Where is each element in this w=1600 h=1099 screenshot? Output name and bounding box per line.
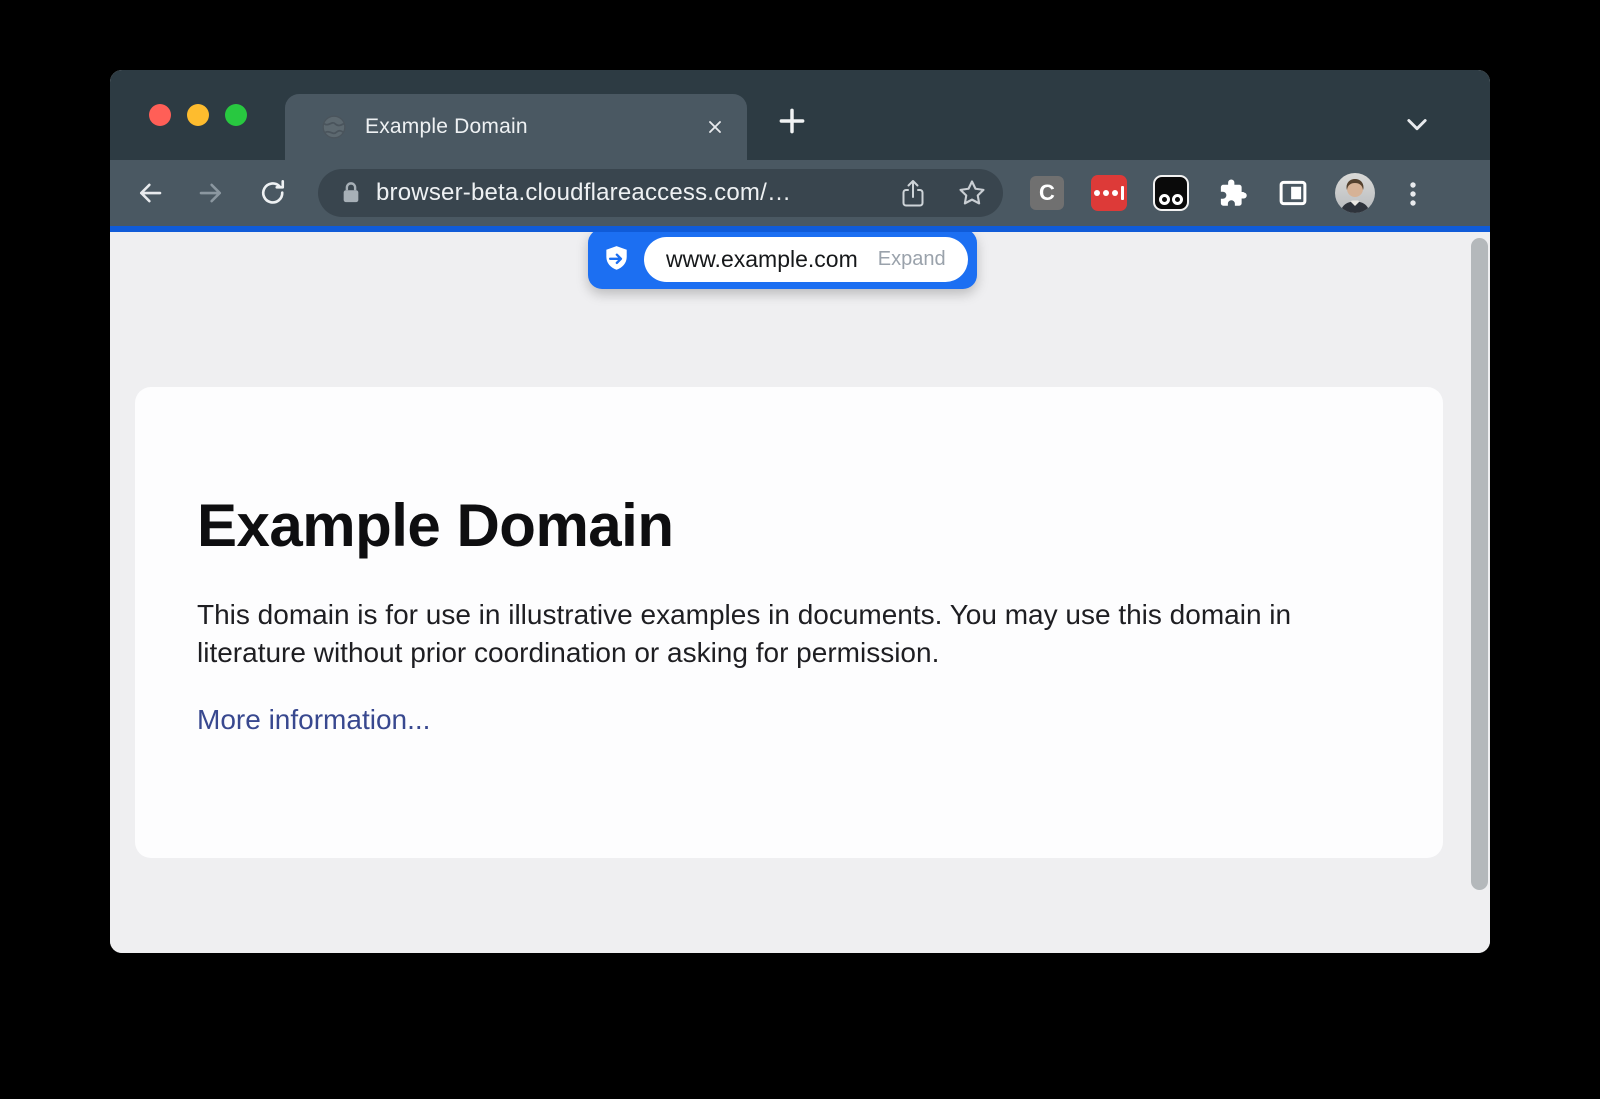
zoom-window-button[interactable] xyxy=(225,104,247,126)
tab-title: Example Domain xyxy=(365,115,528,139)
forward-button[interactable] xyxy=(196,178,226,208)
goggles-extension-icon[interactable] xyxy=(1153,175,1189,211)
isolation-pill-inner[interactable]: www.example.com Expand xyxy=(644,237,968,282)
tab-search-chevron-icon[interactable] xyxy=(1403,110,1431,138)
kebab-menu-icon[interactable] xyxy=(1408,181,1418,207)
isolated-domain-label: www.example.com xyxy=(666,246,858,273)
side-panel-icon[interactable] xyxy=(1278,178,1308,208)
traffic-lights xyxy=(149,104,247,126)
toolbar: browser-beta.cloudflareaccess.com/… C xyxy=(110,160,1490,226)
back-button[interactable] xyxy=(135,178,165,208)
page-paragraph: This domain is for use in illustrative e… xyxy=(197,596,1345,672)
content-card-body: Example Domain This domain is for use in… xyxy=(135,387,1443,736)
url-text: browser-beta.cloudflareaccess.com/… xyxy=(376,179,791,207)
password-manager-extension-icon[interactable] xyxy=(1091,175,1127,211)
browser-tab[interactable]: Example Domain xyxy=(285,94,747,160)
more-information-link[interactable]: More information... xyxy=(197,704,430,736)
extensions-puzzle-icon[interactable] xyxy=(1218,178,1248,208)
bookmark-star-icon[interactable] xyxy=(957,178,987,213)
share-icon[interactable] xyxy=(899,178,927,215)
tab-strip: Example Domain xyxy=(110,70,1490,160)
expand-button[interactable]: Expand xyxy=(878,248,946,271)
vertical-scrollbar-thumb[interactable] xyxy=(1471,238,1488,890)
globe-favicon-icon xyxy=(321,114,347,140)
tab-close-icon[interactable] xyxy=(705,117,725,137)
shield-arrow-icon xyxy=(588,245,644,273)
close-window-button[interactable] xyxy=(149,104,171,126)
reload-button[interactable] xyxy=(258,178,288,208)
isolation-domain-pill[interactable]: www.example.com Expand xyxy=(588,232,977,289)
c-extension-icon[interactable]: C xyxy=(1030,176,1064,210)
profile-avatar[interactable] xyxy=(1335,173,1375,213)
page-heading: Example Domain xyxy=(197,491,1443,560)
lock-icon[interactable] xyxy=(340,180,362,206)
minimize-window-button[interactable] xyxy=(187,104,209,126)
browser-window: Example Domain xyxy=(110,70,1490,953)
content-card: Example Domain This domain is for use in… xyxy=(135,387,1443,858)
address-bar[interactable]: browser-beta.cloudflareaccess.com/… xyxy=(318,169,1003,217)
new-tab-button[interactable] xyxy=(776,105,808,137)
page-viewport: www.example.com Expand Example Domain Th… xyxy=(110,232,1490,953)
